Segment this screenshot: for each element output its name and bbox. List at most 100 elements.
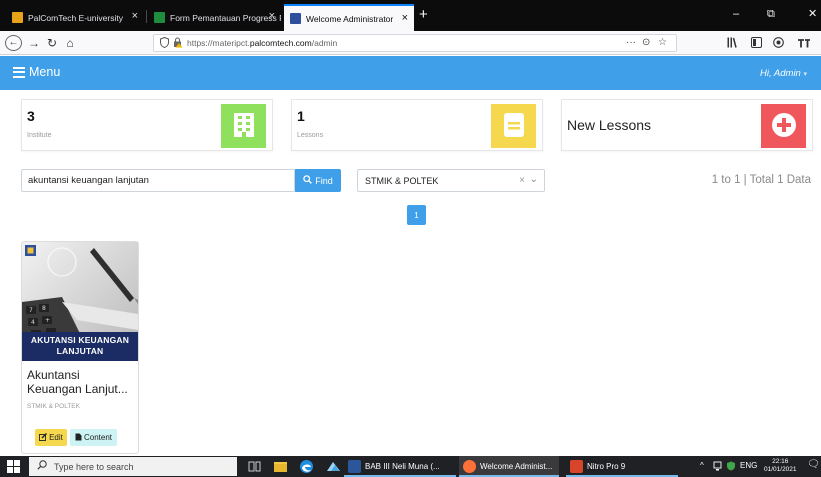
file-explorer-icon[interactable] [273,459,288,474]
tab-close-icon[interactable]: × [132,11,138,22]
taskbar-app-nitro[interactable]: Nitro Pro 9 [566,456,678,477]
bookmark-star-icon[interactable]: ☆ [658,37,667,48]
search-icon [303,175,313,186]
pagination-page-1[interactable]: 1 [407,205,426,225]
edit-button[interactable]: Edit [35,429,67,446]
shield-icon [160,36,169,52]
clear-filter-icon[interactable]: × [519,175,525,186]
sidebar-icon[interactable] [751,37,762,51]
library-icon[interactable] [727,37,739,51]
new-lessons-card[interactable]: New Lessons [561,99,813,151]
menu-list-icon [13,66,25,78]
store-app-icon[interactable] [326,459,341,474]
banner-line-1: AKUTANSI KEUANGAN [30,335,130,345]
tab-title: PalComTech E-university [28,12,123,23]
banner-line-2: LANJUTAN [56,346,104,356]
task-view-icon[interactable] [247,459,262,474]
extension-icon[interactable] [773,37,784,51]
home-icon[interactable]: ⌂ [63,35,77,51]
url-bar[interactable]: https://materipct.palcomtech.com/admin ·… [153,34,677,52]
network-icon[interactable] [713,461,722,471]
menu-button[interactable]: Menu [13,65,60,79]
app-header: Menu Hi, Admin ▾ [0,56,821,90]
lock-warning-icon [173,37,183,52]
pocket-icon[interactable]: ⊙ [642,37,650,48]
chevron-down-icon: ▾ [803,71,807,78]
svg-text:+: + [45,317,50,324]
book-icon [503,112,525,141]
nitro-pdf-icon [570,460,583,473]
institute-count: 3 [27,108,35,124]
notifications-icon[interactable]: 🗨 [807,459,820,470]
user-greeting: Hi, Admin [760,68,801,79]
windows-taskbar: Type here to search BAB III Neli Muna (.… [0,456,821,477]
institute-filter-select[interactable]: STMIK & POLTEK × ⌄ [357,169,545,192]
tab-title: Welcome Administrator [306,13,394,24]
find-button[interactable]: Find [295,169,341,192]
lesson-title[interactable]: Akuntansi Keuangan Lanjut... [27,368,137,396]
account-icon[interactable] [797,37,811,51]
svg-text:8: 8 [42,305,46,312]
taskbar-search-placeholder: Type here to search [54,461,134,472]
svg-text:7: 7 [29,307,33,314]
institute-label: Institute [27,132,52,139]
chevron-down-icon[interactable]: ⌄ [530,174,538,185]
taskbar-app-word[interactable]: BAB III Neli Muna (... [344,456,456,477]
lessons-icon-box [491,104,536,148]
new-tab-button[interactable]: + [419,7,428,22]
taskbar-app-label: BAB III Neli Muna (... [365,462,440,471]
browser-nav-bar: ← → ↻ ⌂ https://materipct.palcomtech.com… [0,31,821,55]
back-icon[interactable]: ← [5,35,22,51]
taskbar-app-firefox[interactable]: Welcome Administ... [459,456,559,477]
clock-time: 22:16 [772,458,789,465]
forms-favicon-icon [154,12,165,23]
edge-browser-icon[interactable] [299,459,314,474]
new-lessons-title: New Lessons [567,117,652,133]
svg-text:4: 4 [31,319,35,326]
window-close-icon[interactable]: ✕ [808,9,817,20]
security-shield-icon[interactable] [726,461,736,471]
tab-separator [146,10,147,23]
filter-selected-value: STMIK & POLTEK [365,176,439,186]
page-actions-icon[interactable]: ··· [626,37,636,48]
lesson-card[interactable]: 7 8 4 + AKUTANSI KEUANGAN LANJUTAN Akuntan… [21,241,139,454]
menu-label: Menu [29,65,61,79]
word-icon [348,460,361,473]
tab-close-icon[interactable]: × [269,11,275,22]
reload-icon[interactable]: ↻ [45,35,59,51]
clock-date: 01/01/2021 [764,466,797,473]
url-text: https://materipct.palcomtech.com/admin [187,38,338,48]
palcomtech-favicon-icon [12,12,23,23]
forward-icon[interactable]: → [27,35,41,51]
building-icon [233,112,255,141]
tab-welcome-administrator[interactable]: Welcome Administrator × [284,4,414,31]
tab-close-icon[interactable]: × [402,13,408,24]
tray-overflow-icon[interactable]: ^ [700,461,704,470]
windows-start-icon[interactable] [7,460,20,473]
content-button[interactable]: Content [70,429,117,446]
lessons-stat-card[interactable]: 1 Lessons [291,99,543,151]
user-menu[interactable]: Hi, Admin ▾ [760,68,807,79]
tab-form-pemantauan[interactable]: Form Pemantauan Progress Pe × [148,4,281,31]
edit-label: Edit [49,433,63,442]
institute-stat-card[interactable]: 3 Institute [21,99,273,151]
result-count: 1 to 1 | Total 1 Data [711,174,811,186]
taskbar-search-box[interactable]: Type here to search [29,457,237,476]
taskbar-clock[interactable]: 22:16 01/01/2021 [764,458,797,474]
taskbar-app-label: Welcome Administ... [480,462,553,471]
new-lessons-icon-box [761,104,806,148]
tab-title: Form Pemantauan Progress Pe [170,12,281,23]
file-icon [75,433,82,443]
taskbar-app-label: Nitro Pro 9 [587,462,626,471]
institute-icon-box [221,104,266,148]
tab-palcomtech[interactable]: PalComTech E-university × [6,4,144,31]
search-input[interactable] [21,169,295,192]
find-label: Find [315,175,333,186]
browser-tab-bar: PalComTech E-university × Form Pemantaua… [0,0,821,31]
minimize-icon[interactable]: – [733,9,739,20]
language-indicator[interactable]: ENG [740,461,757,470]
content-label: Content [83,433,113,442]
lesson-banner: AKUTANSI KEUANGAN LANJUTAN [22,332,138,361]
lessons-label: Lessons [297,132,324,139]
maximize-icon[interactable]: ⧉ [767,9,775,20]
